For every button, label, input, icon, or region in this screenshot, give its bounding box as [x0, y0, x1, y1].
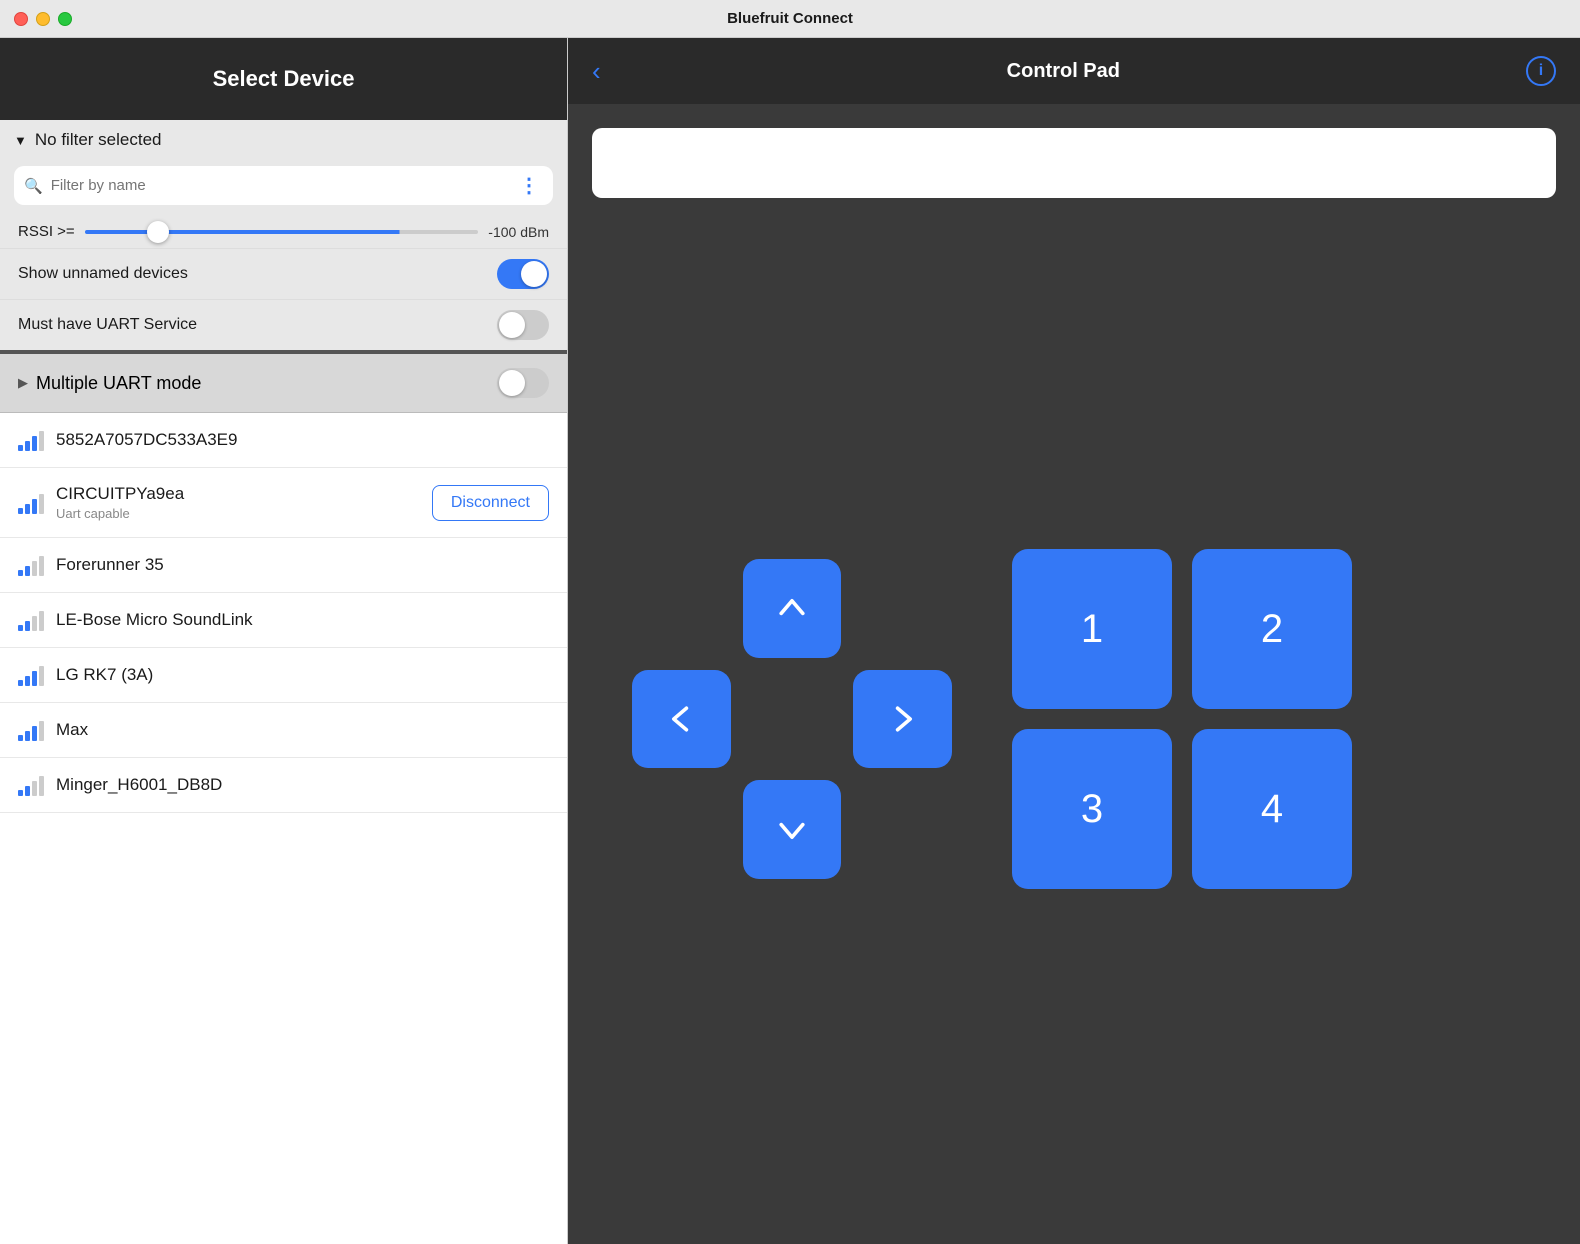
- signal-icon: [18, 492, 44, 514]
- right-panel: ‹ Control Pad i: [568, 38, 1580, 1244]
- search-icon: 🔍: [24, 177, 43, 195]
- titlebar: Bluefruit Connect: [0, 0, 1580, 38]
- multiple-uart-label: Multiple UART mode: [36, 373, 201, 394]
- num-button-1[interactable]: 1: [1012, 549, 1172, 709]
- device-name: Forerunner 35: [56, 555, 549, 575]
- info-button[interactable]: i: [1526, 56, 1556, 86]
- app-title: Bluefruit Connect: [727, 10, 853, 27]
- toggle-knob: [521, 261, 547, 287]
- rssi-row: RSSI >= -100 dBm: [0, 215, 567, 248]
- device-item[interactable]: Max: [0, 703, 567, 758]
- signal-icon: [18, 774, 44, 796]
- device-item[interactable]: 5852A7057DC533A3E9: [0, 413, 567, 468]
- device-info: LG RK7 (3A): [56, 665, 549, 685]
- control-pad-title: Control Pad: [1007, 60, 1120, 83]
- dpad-left-button[interactable]: [632, 670, 731, 769]
- device-item[interactable]: Forerunner 35: [0, 538, 567, 593]
- no-filter-label: No filter selected: [35, 130, 162, 150]
- filter-section: ▼ No filter selected 🔍 ⋮ RSSI >= -100 dB…: [0, 120, 567, 352]
- dpad-up-button[interactable]: [743, 559, 842, 658]
- close-button[interactable]: [14, 12, 28, 26]
- device-info: CIRCUITPYa9ea Uart capable: [56, 484, 420, 521]
- multiple-uart-toggle[interactable]: [497, 368, 549, 398]
- no-filter-row[interactable]: ▼ No filter selected: [0, 120, 567, 160]
- control-pad-header: ‹ Control Pad i: [568, 38, 1580, 104]
- back-button[interactable]: ‹: [592, 58, 601, 84]
- maximize-button[interactable]: [58, 12, 72, 26]
- device-info: 5852A7057DC533A3E9: [56, 430, 549, 450]
- device-name: Minger_H6001_DB8D: [56, 775, 549, 795]
- show-unnamed-label: Show unnamed devices: [18, 265, 188, 283]
- signal-icon: [18, 429, 44, 451]
- device-item[interactable]: LE-Bose Micro SoundLink: [0, 593, 567, 648]
- main-content: Select Device ▼ No filter selected 🔍 ⋮ R…: [0, 38, 1580, 1244]
- device-list: 5852A7057DC533A3E9 CIRCUITPYa9ea Uart capa…: [0, 413, 567, 1244]
- toggle-knob-multi: [499, 370, 525, 396]
- device-info: Max: [56, 720, 549, 740]
- toggle-knob-uart: [499, 312, 525, 338]
- left-panel: Select Device ▼ No filter selected 🔍 ⋮ R…: [0, 38, 568, 1244]
- show-unnamed-row: Show unnamed devices: [0, 248, 567, 299]
- signal-icon: [18, 554, 44, 576]
- traffic-lights: [14, 12, 72, 26]
- device-info: LE-Bose Micro SoundLink: [56, 610, 549, 630]
- device-name: LG RK7 (3A): [56, 665, 549, 685]
- num-button-4[interactable]: 4: [1192, 729, 1352, 889]
- signal-icon: [18, 609, 44, 631]
- rssi-label: RSSI >=: [18, 223, 75, 240]
- text-output: [592, 128, 1556, 198]
- device-name: LE-Bose Micro SoundLink: [56, 610, 549, 630]
- uart-label-row[interactable]: ▶ Multiple UART mode: [18, 373, 201, 394]
- must-have-uart-label: Must have UART Service: [18, 316, 197, 334]
- dpad-down-button[interactable]: [743, 780, 842, 879]
- device-info: Minger_H6001_DB8D: [56, 775, 549, 795]
- search-row: 🔍 ⋮: [14, 166, 553, 205]
- filter-chevron-icon: ▼: [14, 133, 27, 148]
- device-item[interactable]: Minger_H6001_DB8D: [0, 758, 567, 813]
- buttons-area: 1234: [592, 218, 1556, 1220]
- uart-section: ▶ Multiple UART mode: [0, 352, 567, 413]
- more-options-button[interactable]: ⋮: [515, 173, 543, 198]
- minimize-button[interactable]: [36, 12, 50, 26]
- dpad-right-button[interactable]: [853, 670, 952, 769]
- device-item[interactable]: CIRCUITPYa9ea Uart capable Disconnect: [0, 468, 567, 538]
- device-name: Max: [56, 720, 549, 740]
- device-sub: Uart capable: [56, 506, 420, 521]
- must-have-uart-row: Must have UART Service: [0, 299, 567, 350]
- disconnect-button[interactable]: Disconnect: [432, 485, 549, 521]
- signal-icon: [18, 719, 44, 741]
- select-device-header: Select Device: [0, 38, 567, 120]
- device-name: 5852A7057DC533A3E9: [56, 430, 549, 450]
- dpad: [632, 559, 952, 879]
- signal-icon: [18, 664, 44, 686]
- rssi-value: -100 dBm: [488, 224, 549, 240]
- search-input[interactable]: [51, 177, 507, 194]
- control-area: 1234: [568, 104, 1580, 1244]
- device-name: CIRCUITPYa9ea: [56, 484, 420, 504]
- rssi-slider[interactable]: [85, 230, 479, 234]
- num-button-2[interactable]: 2: [1192, 549, 1352, 709]
- num-button-3[interactable]: 3: [1012, 729, 1172, 889]
- show-unnamed-toggle[interactable]: [497, 259, 549, 289]
- device-info: Forerunner 35: [56, 555, 549, 575]
- uart-chevron-icon: ▶: [18, 375, 28, 391]
- device-item[interactable]: LG RK7 (3A): [0, 648, 567, 703]
- num-buttons: 1234: [1012, 549, 1352, 889]
- must-have-uart-toggle[interactable]: [497, 310, 549, 340]
